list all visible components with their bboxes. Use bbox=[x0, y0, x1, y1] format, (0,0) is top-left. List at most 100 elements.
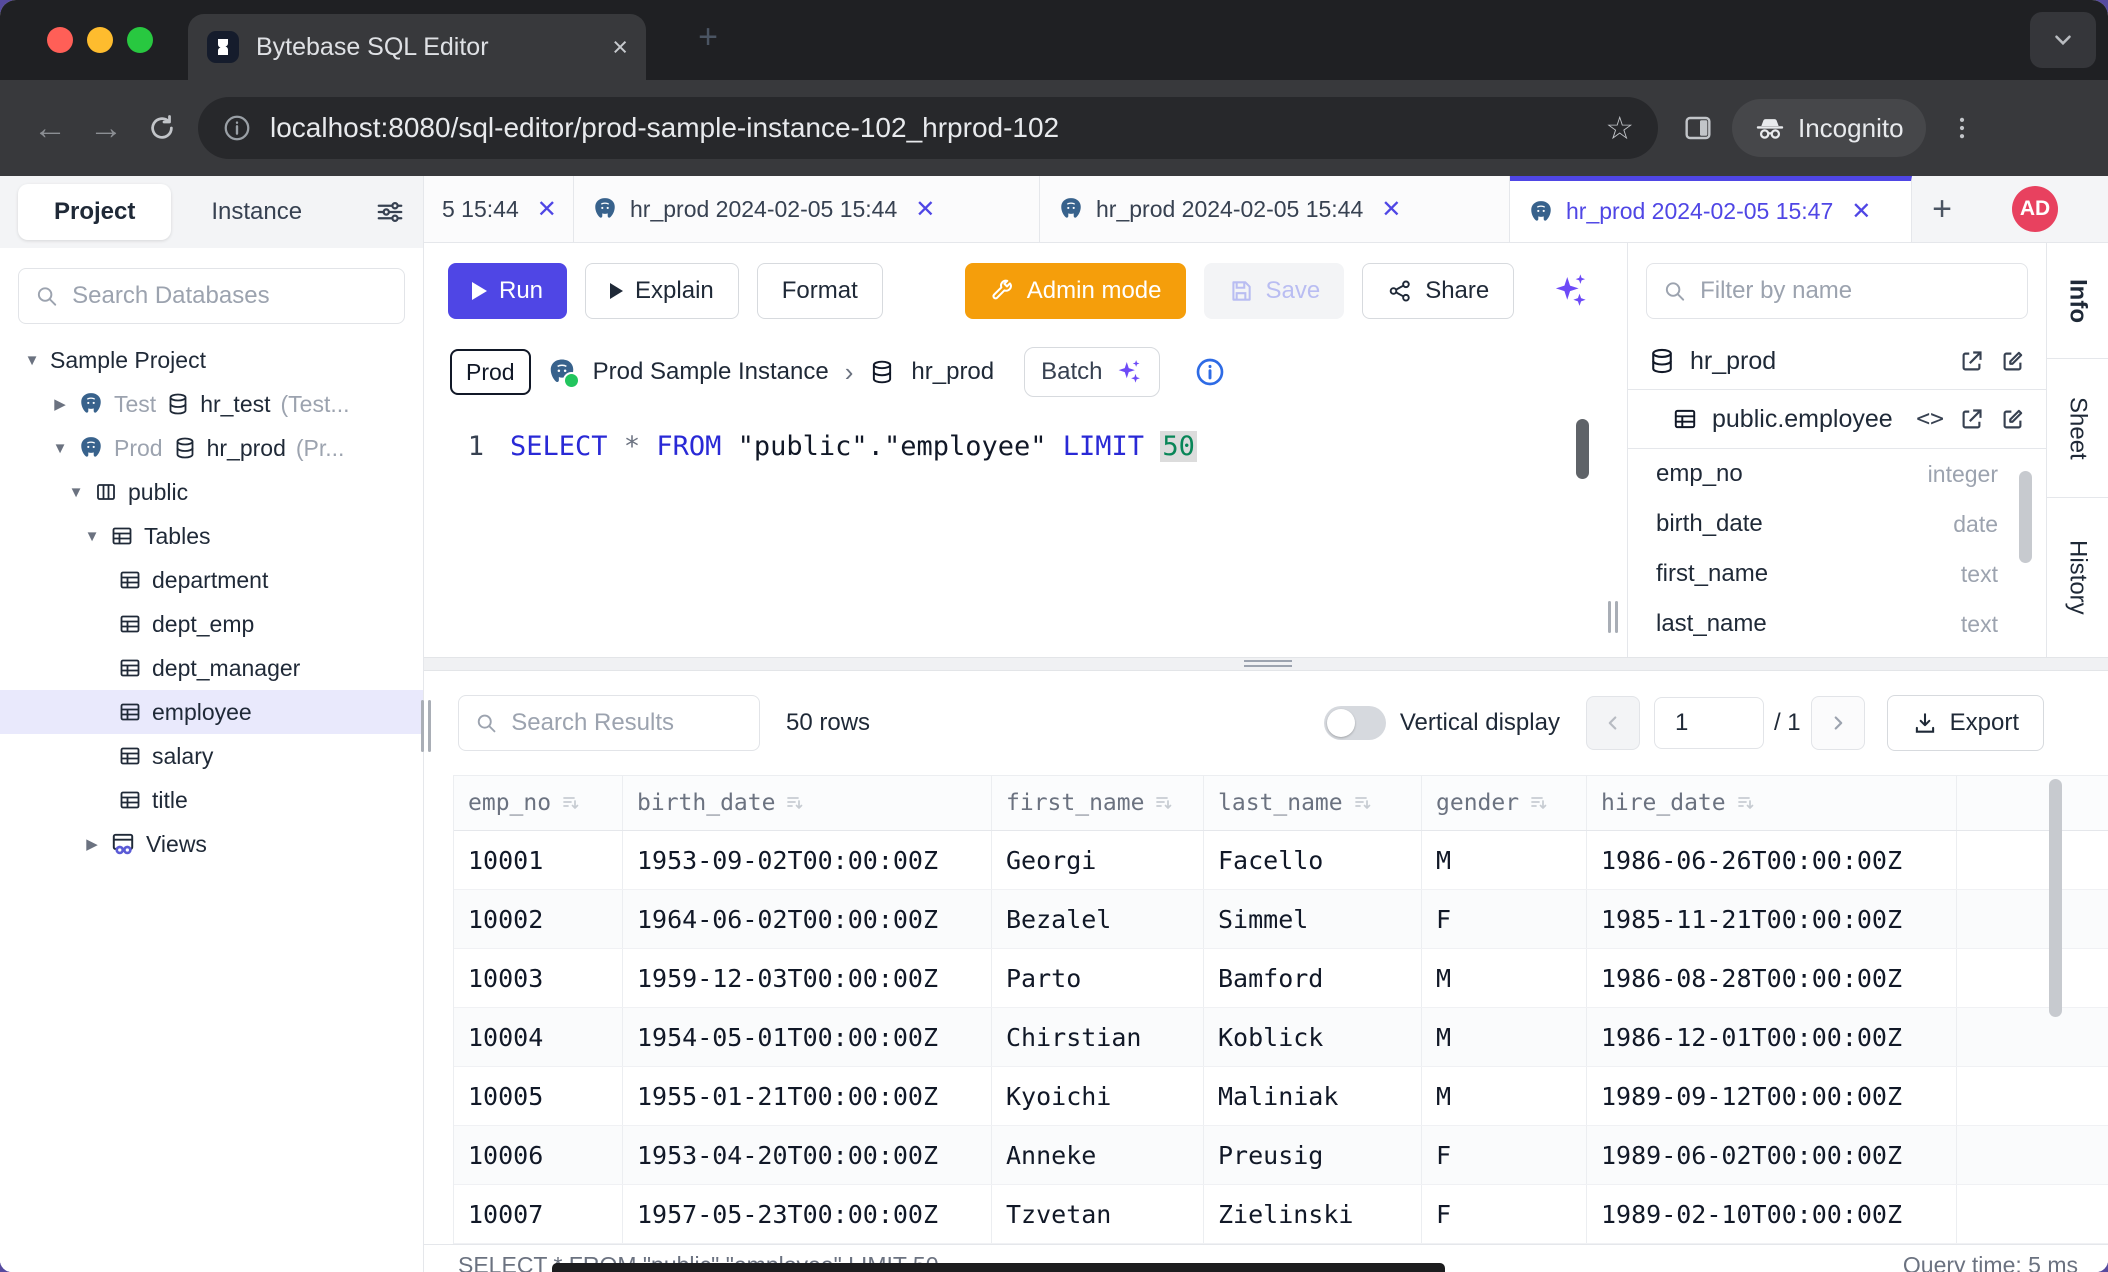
close-icon[interactable]: ✕ bbox=[915, 195, 935, 224]
user-avatar[interactable]: AD bbox=[2012, 186, 2058, 232]
column-header[interactable]: hire_date bbox=[1587, 776, 1957, 830]
table-cell[interactable]: Kyoichi bbox=[992, 1067, 1204, 1125]
table-cell[interactable]: 1953-09-02T00:00:00Z bbox=[623, 831, 992, 889]
table-cell[interactable]: Zielinski bbox=[1204, 1185, 1422, 1243]
new-editor-tab-button[interactable]: + bbox=[1912, 176, 1972, 242]
sort-icon[interactable] bbox=[561, 793, 581, 813]
code-icon[interactable]: <> bbox=[1916, 406, 1944, 432]
table-cell[interactable]: M bbox=[1422, 1067, 1587, 1125]
tab-sheet[interactable]: Sheet bbox=[2047, 359, 2108, 498]
table-cell[interactable]: 1986-06-26T00:00:00Z bbox=[1587, 831, 1957, 889]
sidebar-resize-handle[interactable] bbox=[421, 700, 431, 752]
sort-icon[interactable] bbox=[1154, 793, 1174, 813]
table-cell[interactable]: 1964-06-02T00:00:00Z bbox=[623, 890, 992, 948]
next-page-button[interactable] bbox=[1811, 696, 1865, 750]
browser-tab-close-icon[interactable]: × bbox=[612, 32, 628, 63]
tree-node-project[interactable]: ▼ Sample Project bbox=[0, 338, 423, 382]
batch-button[interactable]: Batch bbox=[1024, 347, 1159, 397]
editor-tab-1[interactable]: 5 15:44 ✕ bbox=[424, 176, 574, 242]
tab-instance[interactable]: Instance bbox=[211, 198, 302, 226]
url-bar[interactable]: localhost:8080/sql-editor/prod-sample-in… bbox=[198, 97, 1658, 159]
column-header[interactable]: last_name bbox=[1204, 776, 1422, 830]
database-name[interactable]: hr_prod bbox=[911, 358, 994, 386]
table-cell[interactable]: Bamford bbox=[1204, 949, 1422, 1007]
instance-name[interactable]: Prod Sample Instance bbox=[593, 358, 829, 386]
panel-resize-handle[interactable] bbox=[1608, 601, 1618, 633]
explain-button[interactable]: Explain bbox=[585, 263, 739, 319]
bookmark-star-icon[interactable]: ☆ bbox=[1605, 109, 1634, 147]
edit-icon[interactable] bbox=[1999, 348, 2026, 375]
caret-down-icon[interactable]: ▼ bbox=[68, 484, 84, 501]
table-cell[interactable]: Parto bbox=[992, 949, 1204, 1007]
save-button[interactable]: Save bbox=[1204, 263, 1345, 319]
table-cell[interactable]: 1953-04-20T00:00:00Z bbox=[623, 1126, 992, 1184]
results-scrollbar-thumb[interactable] bbox=[2049, 779, 2062, 1017]
page-input[interactable] bbox=[1654, 697, 1764, 749]
caret-right-icon[interactable]: ▶ bbox=[84, 835, 100, 853]
table-cell[interactable]: F bbox=[1422, 1126, 1587, 1184]
column-header[interactable]: gender bbox=[1422, 776, 1587, 830]
tab-list-chevron-button[interactable] bbox=[2030, 12, 2096, 68]
column-header[interactable]: birth_date bbox=[623, 776, 992, 830]
table-cell[interactable]: F bbox=[1422, 1185, 1587, 1243]
tree-node-table-department[interactable]: department bbox=[0, 558, 423, 602]
table-cell[interactable]: 1986-12-01T00:00:00Z bbox=[1587, 1008, 1957, 1066]
tree-node-hr-prod[interactable]: ▼ Prod hr_prod (Pr... bbox=[0, 426, 423, 470]
database-search-input[interactable] bbox=[70, 281, 388, 311]
tree-node-tables[interactable]: ▼ Tables bbox=[0, 514, 423, 558]
ai-sparkle-icon[interactable] bbox=[1548, 270, 1590, 312]
table-cell[interactable]: M bbox=[1422, 831, 1587, 889]
table-cell[interactable]: Maliniak bbox=[1204, 1067, 1422, 1125]
column-header[interactable]: emp_no bbox=[454, 776, 623, 830]
tree-node-table-dept-emp[interactable]: dept_emp bbox=[0, 602, 423, 646]
table-cell[interactable]: 10004 bbox=[454, 1008, 623, 1066]
schema-scrollbar-thumb[interactable] bbox=[2019, 471, 2032, 563]
table-cell[interactable]: Georgi bbox=[992, 831, 1204, 889]
table-cell[interactable]: 1989-09-12T00:00:00Z bbox=[1587, 1067, 1957, 1125]
schema-database-row[interactable]: hr_prod bbox=[1628, 333, 2046, 390]
table-cell[interactable]: F bbox=[1422, 890, 1587, 948]
column-row[interactable]: first_name text bbox=[1628, 549, 2046, 599]
table-cell[interactable]: 10003 bbox=[454, 949, 623, 1007]
editor-scrollbar-thumb[interactable] bbox=[1576, 419, 1589, 479]
editor-tab-2[interactable]: hr_prod 2024-02-05 15:44 ✕ bbox=[574, 176, 1040, 242]
results-search-input[interactable] bbox=[509, 708, 743, 738]
export-button[interactable]: Export bbox=[1887, 695, 2044, 751]
table-cell[interactable]: 10005 bbox=[454, 1067, 623, 1125]
traffic-light-minimize[interactable] bbox=[87, 27, 113, 53]
results-search[interactable] bbox=[458, 695, 760, 751]
divider-drag-handle[interactable] bbox=[1244, 660, 1292, 667]
side-panel-icon[interactable] bbox=[1682, 112, 1714, 144]
close-icon[interactable]: ✕ bbox=[1381, 195, 1401, 224]
tab-info[interactable]: Info bbox=[2047, 243, 2108, 359]
sort-icon[interactable] bbox=[1353, 793, 1373, 813]
caret-right-icon[interactable]: ▶ bbox=[52, 395, 68, 413]
table-cell[interactable]: Bezalel bbox=[992, 890, 1204, 948]
tree-node-schema-public[interactable]: ▼ public bbox=[0, 470, 423, 514]
browser-tab[interactable]: Bytebase SQL Editor × bbox=[188, 14, 646, 80]
traffic-light-close[interactable] bbox=[47, 27, 73, 53]
table-cell[interactable]: 10001 bbox=[454, 831, 623, 889]
table-cell[interactable]: 1989-02-10T00:00:00Z bbox=[1587, 1185, 1957, 1243]
tree-node-views[interactable]: ▶ Views bbox=[0, 822, 423, 866]
share-button[interactable]: Share bbox=[1362, 263, 1514, 319]
table-cell[interactable]: 1986-08-28T00:00:00Z bbox=[1587, 949, 1957, 1007]
horizontal-scrollbar-thumb[interactable] bbox=[552, 1263, 1445, 1272]
database-search[interactable] bbox=[18, 268, 405, 324]
table-cell[interactable]: 1985-11-21T00:00:00Z bbox=[1587, 890, 1957, 948]
tree-node-table-salary[interactable]: salary bbox=[0, 734, 423, 778]
table-cell[interactable]: 1954-05-01T00:00:00Z bbox=[623, 1008, 992, 1066]
format-button[interactable]: Format bbox=[757, 263, 883, 319]
table-cell[interactable]: 1955-01-21T00:00:00Z bbox=[623, 1067, 992, 1125]
sort-icon[interactable] bbox=[785, 793, 805, 813]
admin-mode-button[interactable]: Admin mode bbox=[965, 263, 1186, 319]
close-icon[interactable]: ✕ bbox=[1851, 197, 1871, 226]
editor-tab-3[interactable]: hr_prod 2024-02-05 15:44 ✕ bbox=[1040, 176, 1510, 242]
tab-history[interactable]: History bbox=[2047, 498, 2108, 657]
tree-node-table-title[interactable]: title bbox=[0, 778, 423, 822]
table-cell[interactable]: 10002 bbox=[454, 890, 623, 948]
table-cell[interactable]: 1959-12-03T00:00:00Z bbox=[623, 949, 992, 1007]
table-cell[interactable]: M bbox=[1422, 1008, 1587, 1066]
column-row[interactable]: birth_date date bbox=[1628, 499, 2046, 549]
schema-table-row[interactable]: public.employee <> bbox=[1628, 390, 2046, 449]
